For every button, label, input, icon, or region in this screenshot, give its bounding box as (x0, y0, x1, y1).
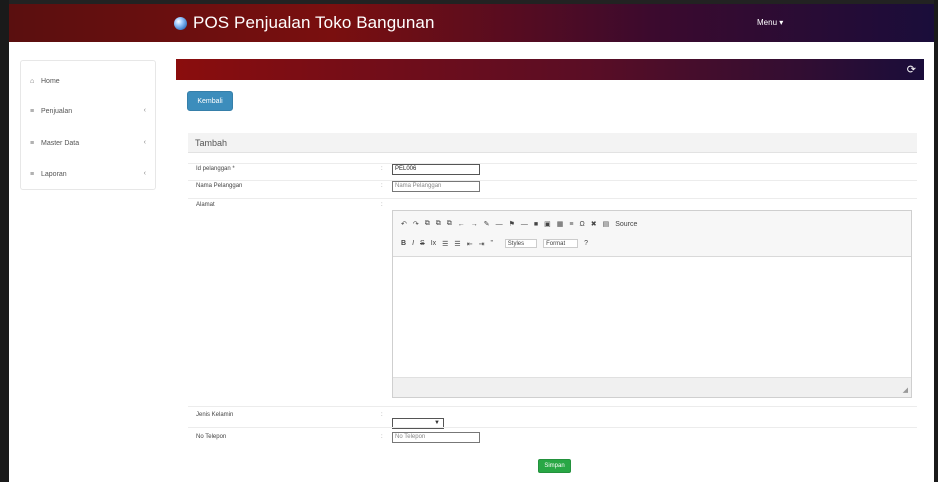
editor-toolbar-button[interactable]: ↶ (401, 220, 407, 228)
editor-toolbar-button[interactable]: Source (615, 221, 637, 228)
editor-toolbar-button[interactable]: ⧉ (447, 220, 452, 228)
chevron-left-icon: ‹ (143, 107, 146, 114)
sidebar-item-label: Penjualan (41, 107, 73, 115)
colon: : (381, 202, 383, 208)
editor-format-button[interactable]: I (412, 240, 414, 248)
row-divider (188, 427, 917, 428)
editor-toolbar-button[interactable]: — (521, 221, 528, 228)
home-icon: ⌂ (30, 77, 35, 85)
editor-toolbar-button[interactable]: ✖ (591, 220, 597, 228)
save-button[interactable]: Simpan (538, 459, 571, 473)
editor-toolbar-button[interactable]: Ω (579, 221, 584, 228)
sidebar-item-master-data[interactable]: ≡ Master Data ‹ (30, 136, 150, 150)
help-icon[interactable]: ? (584, 240, 588, 247)
list-icon: ≡ (30, 170, 35, 178)
form-panel-header: Tambah (188, 133, 917, 153)
no-telepon-label: No Telepon (196, 434, 227, 440)
editor-status-bar: ◢ (393, 377, 911, 397)
editor-toolbar-button[interactable]: — (496, 221, 503, 228)
editor-toolbar-row-2: B I S Ix ☰ ☰ ⇤ ⇥ ” Styles Format ? (401, 239, 594, 248)
row-divider (188, 198, 917, 199)
editor-toolbar-button[interactable]: ⚑ (509, 220, 515, 228)
brand-logo-icon (174, 16, 187, 30)
sidebar-item-label: Laporan (41, 170, 67, 178)
id-pelanggan-label: Id pelanggan * (196, 166, 235, 172)
alamat-rich-text-editor[interactable]: ↶ ↷ ⧉ ⧉ ⧉ ← → ✎ — ⚑ — ■ ▣ ▦ ≡ Ω ✖ ▤ Source B I S Ix ☰ ☰ ⇤ ⇥ ” Styl… (392, 210, 912, 398)
brand[interactable]: POS Penjualan Toko Bangunan (174, 13, 435, 33)
editor-toolbar-button[interactable]: ▦ (557, 220, 564, 228)
editor-toolbar-button[interactable]: ≡ (569, 221, 573, 228)
editor-format-button[interactable]: ☰ (454, 240, 460, 248)
row-divider (188, 180, 917, 181)
styles-dropdown[interactable]: Styles (504, 239, 538, 248)
sidebar-item-label: Master Data (41, 139, 80, 147)
editor-toolbar-button[interactable]: ✎ (484, 220, 490, 228)
sidebar-item-laporan[interactable]: ≡ Laporan ‹ (30, 167, 150, 181)
list-icon: ≡ (30, 139, 35, 147)
nama-pelanggan-label: Nama Pelanggan (196, 183, 243, 189)
editor-toolbar-button[interactable]: ⧉ (425, 220, 430, 228)
content-header-bar: ⟳ (176, 59, 924, 80)
editor-toolbar-button[interactable]: → (471, 221, 478, 228)
editor-toolbar-button[interactable]: ↷ (413, 220, 419, 228)
editor-format-button[interactable]: ⇤ (467, 240, 473, 248)
editor-text-area[interactable] (393, 257, 911, 379)
editor-toolbar-button[interactable]: ▣ (544, 220, 551, 228)
editor-toolbar-row-1: ↶ ↷ ⧉ ⧉ ⧉ ← → ✎ — ⚑ — ■ ▣ ▦ ≡ Ω ✖ ▤ Source (401, 220, 643, 228)
no-telepon-input[interactable]: No Telepon (392, 432, 480, 443)
top-navbar: POS Penjualan Toko Bangunan Menu ▾ (9, 4, 934, 42)
colon: : (381, 412, 383, 418)
back-button[interactable]: Kembali (187, 91, 233, 111)
editor-toolbar-button[interactable]: ▤ (603, 220, 610, 228)
editor-toolbar: ↶ ↷ ⧉ ⧉ ⧉ ← → ✎ — ⚑ — ■ ▣ ▦ ≡ Ω ✖ ▤ Source B I S Ix ☰ ☰ ⇤ ⇥ ” Styl… (393, 211, 911, 257)
chevron-left-icon: ‹ (143, 170, 146, 177)
format-dropdown[interactable]: Format (543, 239, 579, 248)
editor-format-button[interactable]: ” (490, 240, 492, 248)
window-frame-left (0, 0, 9, 482)
sidebar-item-home[interactable]: ⌂ Home (30, 74, 150, 88)
editor-format-button[interactable]: ☰ (442, 240, 448, 248)
resize-handle-icon[interactable]: ◢ (903, 386, 908, 394)
editor-toolbar-button[interactable]: ■ (534, 221, 538, 228)
editor-format-button[interactable]: B (401, 240, 406, 248)
editor-toolbar-button[interactable]: ← (458, 221, 465, 228)
app-title: POS Penjualan Toko Bangunan (193, 13, 435, 32)
form-title: Tambah (195, 138, 228, 148)
nama-pelanggan-input[interactable]: Nama Pelanggan (392, 181, 480, 192)
alamat-label: Alamat (196, 202, 215, 208)
editor-toolbar-button[interactable]: ⧉ (436, 220, 441, 228)
row-divider (188, 163, 917, 164)
sidebar: ⌂ Home ≡ Penjualan ‹ ≡ Master Data ‹ ≡ L… (20, 60, 156, 190)
menu-dropdown[interactable]: Menu ▾ (757, 18, 783, 27)
colon: : (381, 183, 383, 189)
sidebar-item-penjualan[interactable]: ≡ Penjualan ‹ (30, 104, 150, 118)
chevron-down-icon: ▼ (434, 420, 440, 426)
colon: : (381, 166, 383, 172)
editor-format-button[interactable]: S (420, 240, 425, 248)
jenis-kelamin-label: Jenis Kelamin (196, 412, 234, 418)
editor-format-button[interactable]: Ix (431, 240, 436, 248)
window-frame-right (934, 0, 938, 482)
editor-format-button[interactable]: ⇥ (479, 240, 485, 248)
row-divider (188, 406, 917, 407)
sidebar-item-label: Home (41, 77, 60, 85)
id-pelanggan-field[interactable]: PEL006 (392, 164, 480, 175)
chevron-left-icon: ‹ (143, 139, 146, 146)
refresh-icon[interactable]: ⟳ (907, 63, 916, 76)
list-icon: ≡ (30, 107, 35, 115)
colon: : (381, 434, 383, 440)
